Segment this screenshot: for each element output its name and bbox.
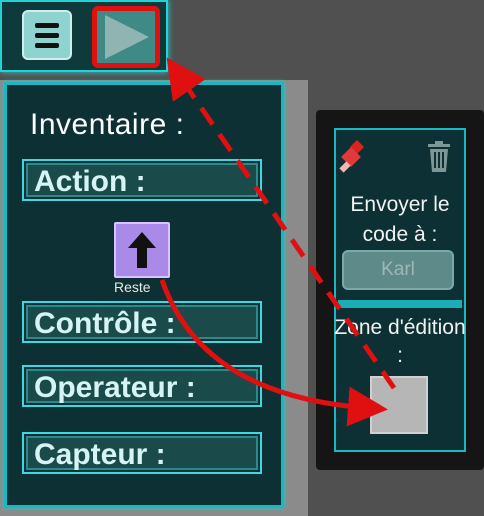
dashed-guide-arrow — [166, 57, 397, 390]
drag-guide-arrow — [159, 279, 388, 427]
tutorial-overlay — [159, 57, 397, 427]
